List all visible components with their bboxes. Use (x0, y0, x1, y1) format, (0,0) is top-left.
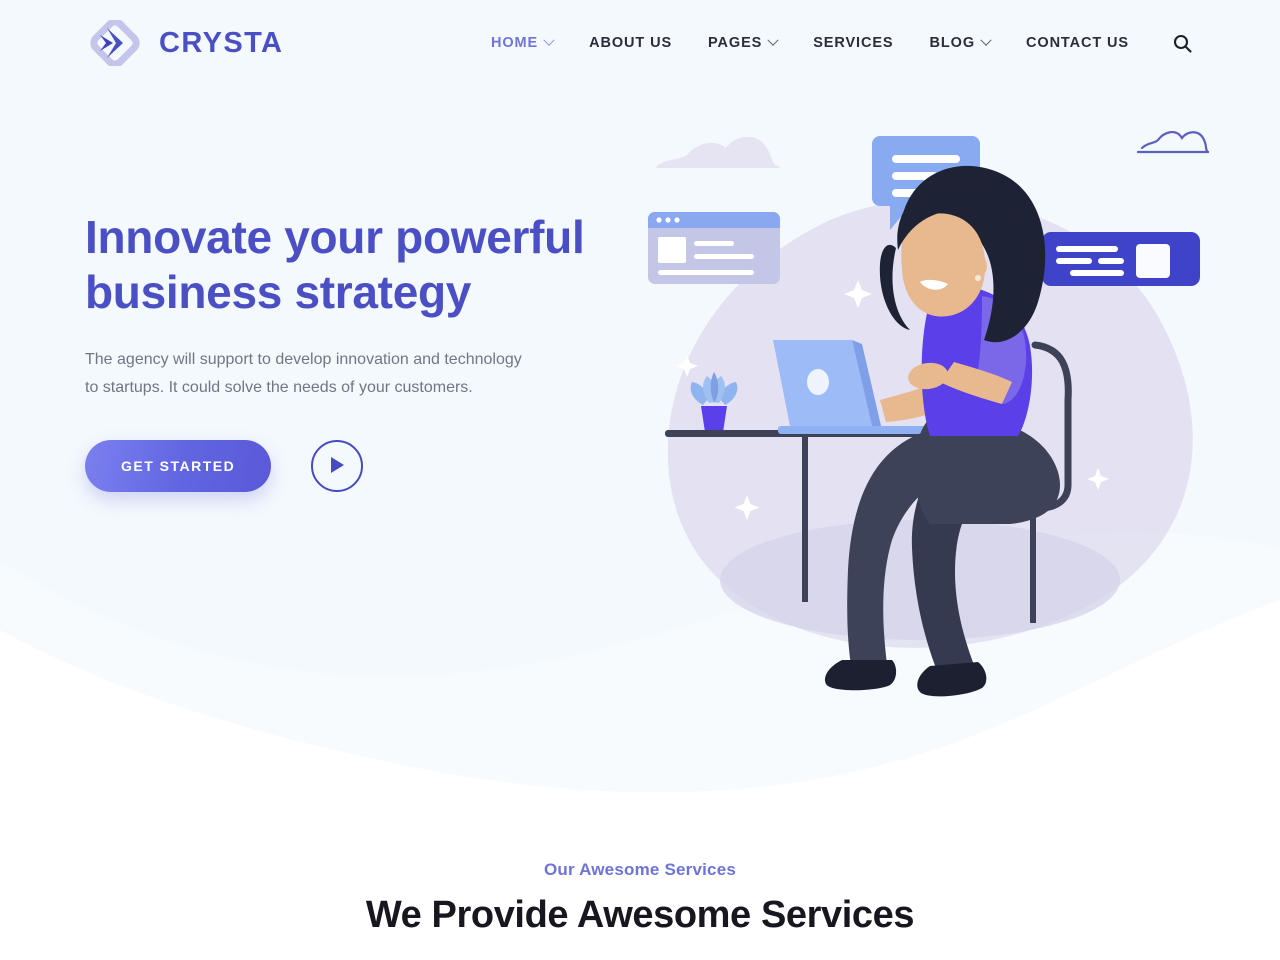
nav-item-label: HOME (491, 34, 539, 51)
nav-item-label: CONTACT US (1026, 34, 1129, 51)
dark-purple-info-card (1042, 232, 1200, 286)
nav-item-label: PAGES (708, 34, 763, 51)
chevron-down-icon (980, 34, 992, 46)
nav-item-label: SERVICES (813, 34, 894, 51)
nav-item-pages[interactable]: PAGES (690, 34, 795, 51)
services-title: We Provide Awesome Services (365, 894, 915, 936)
nav-item-about-us[interactable]: ABOUT US (571, 36, 690, 51)
services-eyebrow: Our Awesome Services (543, 860, 737, 879)
woman-working-at-desk-illustration (630, 100, 1230, 700)
nav-item-contact-us[interactable]: CONTACT US (1008, 36, 1147, 51)
hero-subtitle: The agency will support to develop innov… (85, 351, 522, 397)
nav-item-label: ABOUT US (589, 34, 673, 51)
nav-item-home[interactable]: HOME (473, 34, 571, 51)
search-icon[interactable] (1169, 30, 1195, 56)
hero-actions: GET STARTED (85, 440, 625, 493)
play-video-button[interactable] (311, 440, 364, 493)
brand-logo-link[interactable]: CRYSTA (85, 18, 284, 68)
main-navigation: HOME ABOUT US PAGES SERVICES BLOG CONTAC… (473, 30, 1195, 56)
nav-item-services[interactable]: SERVICES (795, 36, 911, 51)
play-icon (329, 456, 345, 477)
hero-section: Innovate your powerful business strategy… (0, 0, 1280, 840)
chevron-down-icon (543, 34, 555, 46)
hero-copy: Innovate your powerful business strategy… (85, 210, 625, 493)
site-header: CRYSTA HOME ABOUT US PAGES SERVICES BLOG (0, 0, 1280, 86)
browser-window-card (648, 212, 780, 284)
chevron-down-icon (767, 34, 779, 46)
diamond-arrow-logo-icon (85, 18, 145, 68)
get-started-button[interactable]: GET STARTED (85, 440, 272, 493)
page-root: CRYSTA HOME ABOUT US PAGES SERVICES BLOG (0, 0, 1280, 960)
brand-name: CRYSTA (159, 26, 284, 59)
services-section: Our Awesome Services We Provide Awesome … (0, 860, 1280, 937)
nav-item-blog[interactable]: BLOG (912, 34, 1009, 51)
nav-item-label: BLOG (929, 34, 976, 51)
page-title: Innovate your powerful business strategy (85, 211, 585, 319)
